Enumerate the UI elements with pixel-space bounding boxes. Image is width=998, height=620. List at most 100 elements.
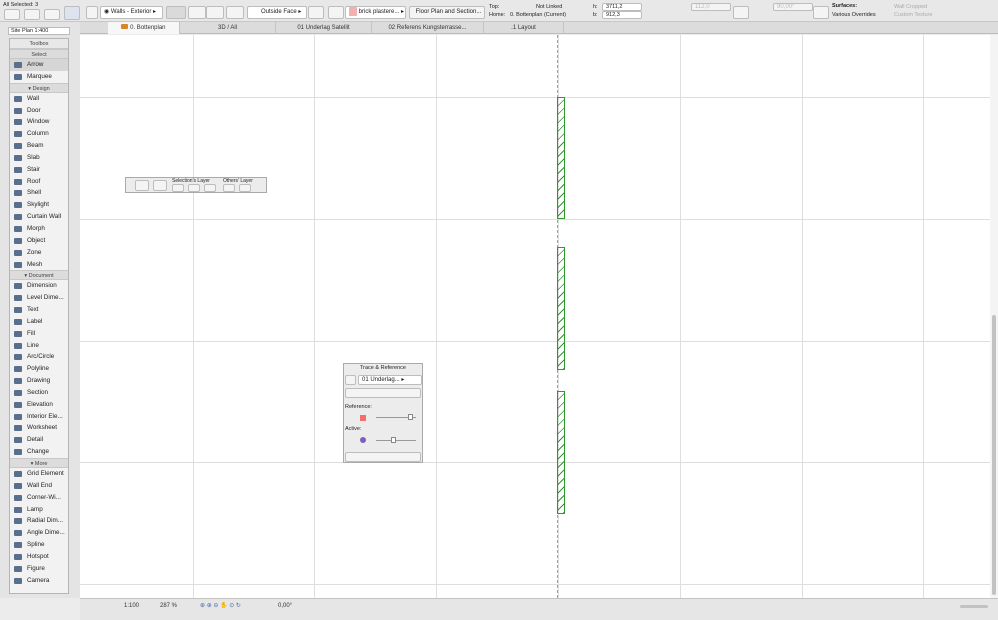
view-selector[interactable]: Site Plan 1:400 — [8, 27, 70, 35]
tool-worksheet[interactable]: Worksheet — [10, 422, 68, 434]
design-header[interactable]: ▾ Design — [10, 82, 68, 93]
reference-slider[interactable] — [376, 414, 416, 420]
tool-fill[interactable]: Fill — [10, 328, 68, 340]
tool-roof[interactable]: Roof — [10, 176, 68, 188]
zoom-field[interactable]: 287 % — [160, 602, 177, 611]
vertical-scrollbar[interactable] — [990, 35, 998, 598]
tool-radial-dim[interactable]: Radial Dim... — [10, 515, 68, 527]
top-link-value[interactable]: Not Linked — [536, 4, 562, 10]
surface-paint-button[interactable] — [813, 6, 829, 19]
teamwork-icon[interactable] — [86, 6, 98, 19]
tool-arrow[interactable]: Arrow — [10, 59, 68, 71]
trace-toggle-button[interactable] — [345, 375, 356, 385]
tool-drawing[interactable]: Drawing — [10, 375, 68, 387]
tool-text[interactable]: Text — [10, 304, 68, 316]
tool-polyline[interactable]: Polyline — [10, 363, 68, 375]
thickness-field[interactable]: 112,0 — [691, 3, 731, 11]
tool-object[interactable]: Object — [10, 235, 68, 247]
tab-bottenplan[interactable]: 0. Bottenplan — [108, 22, 180, 34]
tool-mesh[interactable]: Mesh — [10, 259, 68, 271]
reference-source-select[interactable]: 01 Underlag... ▸ — [358, 375, 422, 385]
tool-arc-circle[interactable]: Arc/Circle — [10, 351, 68, 363]
tool-column[interactable]: Column — [10, 128, 68, 140]
tool-change[interactable]: Change — [10, 446, 68, 458]
wall-type-button[interactable] — [733, 6, 749, 19]
trace-bottom-buttons[interactable] — [345, 452, 421, 462]
more-header[interactable]: ▾ More — [10, 458, 68, 468]
geometry-straight-button[interactable] — [166, 6, 186, 19]
wall-segment[interactable] — [557, 247, 565, 370]
tool-figure[interactable]: Figure — [10, 563, 68, 575]
tool-corner-wi[interactable]: Corner-Wi... — [10, 492, 68, 504]
tool-slab[interactable]: Slab — [10, 152, 68, 164]
tool-line[interactable]: Line — [10, 340, 68, 352]
wall-segment[interactable] — [557, 97, 565, 219]
floor-plan-canvas[interactable] — [80, 35, 990, 598]
marquee-method-button[interactable] — [24, 9, 40, 20]
trace-tools-row[interactable] — [345, 388, 421, 398]
lock-layer-button[interactable] — [153, 180, 167, 191]
tool-wall[interactable]: Wall — [10, 93, 68, 105]
tool-section[interactable]: Section — [10, 387, 68, 399]
tool-stair[interactable]: Stair — [10, 164, 68, 176]
home-story-value[interactable]: 0. Bottenplan (Current) — [510, 12, 566, 18]
tool-grid-element[interactable]: Grid Element — [10, 468, 68, 480]
document-header[interactable]: ▾ Document — [10, 270, 68, 281]
lock-selection-layer-button[interactable] — [188, 184, 200, 192]
tool-level-dime[interactable]: Level Dime... — [10, 292, 68, 304]
tool-curtain-wall[interactable]: Curtain Wall — [10, 211, 68, 223]
lock-others-layer-button[interactable] — [239, 184, 251, 192]
horizontal-scrollbar[interactable] — [960, 605, 988, 608]
tool-beam[interactable]: Beam — [10, 140, 68, 152]
layer-select[interactable]: ◉ Walls - Exterior ▸ — [100, 6, 163, 19]
reference-color-icon[interactable] — [360, 415, 366, 421]
angle-field[interactable]: 90,00° — [773, 3, 813, 11]
wall-trapezoid-button[interactable] — [206, 6, 224, 19]
tool-lamp[interactable]: Lamp — [10, 504, 68, 516]
scale-field[interactable]: 1:100 — [124, 602, 139, 611]
show-layer-button[interactable] — [135, 180, 149, 191]
active-color-icon[interactable] — [360, 437, 366, 443]
tool-hotspot[interactable]: Hotspot — [10, 551, 68, 563]
angle-field[interactable]: 0,00° — [278, 602, 292, 611]
tool-camera[interactable]: Camera — [10, 575, 68, 587]
hide-selection-layer-button[interactable] — [172, 184, 184, 192]
tool-door[interactable]: Door — [10, 105, 68, 117]
tool-dimension[interactable]: Dimension — [10, 280, 68, 292]
geometry-curved-button[interactable] — [188, 6, 206, 19]
tool-detail[interactable]: Detail — [10, 434, 68, 446]
tool-shell[interactable]: Shell — [10, 187, 68, 199]
tool-marquee[interactable]: Marquee — [10, 71, 68, 83]
structure-type-button[interactable] — [328, 6, 344, 19]
bottom-field[interactable]: 912,3 — [602, 11, 642, 19]
active-slider[interactable] — [376, 437, 416, 443]
tab-3d[interactable]: 3D / All — [180, 22, 276, 34]
floor-plan-section-button[interactable]: Floor Plan and Section... — [409, 6, 485, 19]
reference-line-select[interactable]: Outside Face ▸ — [247, 6, 307, 19]
wall-segment[interactable] — [557, 391, 565, 514]
tool-angle-dime[interactable]: Angle Dime... — [10, 527, 68, 539]
object-icon[interactable] — [64, 6, 80, 20]
wall-slanted-button[interactable] — [226, 6, 244, 19]
tab-layout[interactable]: .1 Layout — [484, 22, 564, 34]
zoom-tools[interactable]: ⊕ ⊕ ⊖ ✋ ⊙ ↻ — [200, 602, 241, 611]
tool-interior-ele[interactable]: Interior Ele... — [10, 411, 68, 423]
unlock-selection-layer-button[interactable] — [204, 184, 216, 192]
tool-elevation[interactable]: Elevation — [10, 399, 68, 411]
tool-skylight[interactable]: Skylight — [10, 199, 68, 211]
tool-spline[interactable]: Spline — [10, 539, 68, 551]
reference-line-value: Outside Face — [261, 9, 297, 15]
material-select[interactable]: brick plastere... ▸ — [345, 6, 406, 19]
tool-window[interactable]: Window — [10, 116, 68, 128]
tool-label[interactable]: Label — [10, 316, 68, 328]
tool-wall-end[interactable]: Wall End — [10, 480, 68, 492]
tool-zone[interactable]: Zone — [10, 247, 68, 259]
height-field[interactable]: 3711,2 — [602, 3, 642, 11]
selection-method-button[interactable] — [4, 9, 20, 20]
hide-others-layer-button[interactable] — [223, 184, 235, 192]
pan-button[interactable] — [44, 9, 60, 20]
tab-referens[interactable]: 02 Referens Kungsterrasse... — [372, 22, 484, 34]
flip-button[interactable] — [308, 6, 324, 19]
tool-morph[interactable]: Morph — [10, 223, 68, 235]
tab-underlag-satellit[interactable]: 01 Underlag Satellit — [276, 22, 372, 34]
